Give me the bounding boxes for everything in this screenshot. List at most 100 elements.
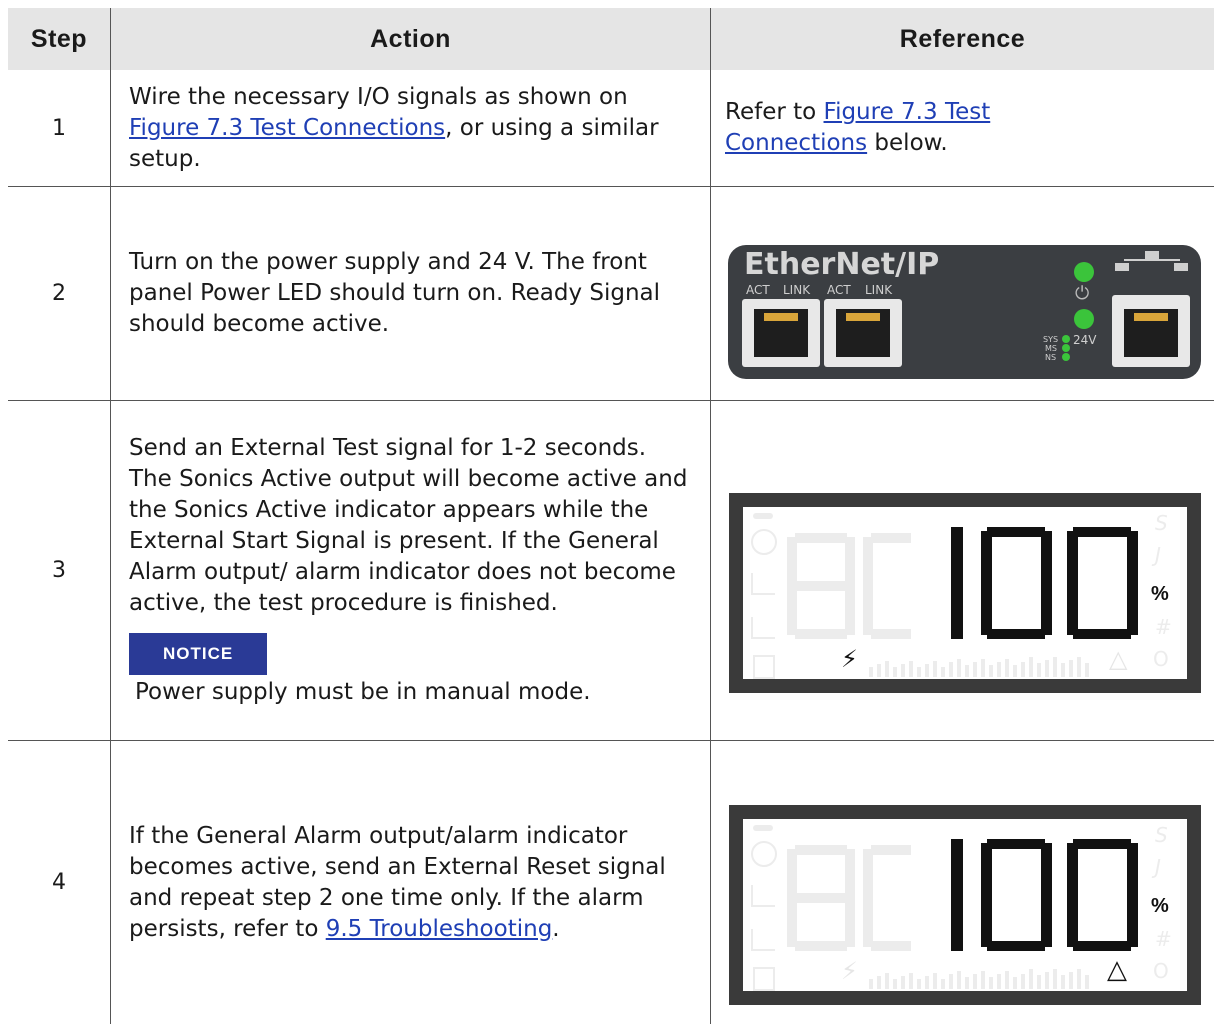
graph-icon: [751, 573, 775, 595]
side-letter: #: [1155, 615, 1172, 639]
infinity-icon: [753, 513, 773, 519]
bargraph-segment: [909, 661, 913, 677]
table-row-2-action: Turn on the power supply and 24 V. The f…: [111, 187, 710, 400]
header-action: Action: [111, 8, 710, 70]
bargraph-segment: [869, 979, 873, 989]
curve-icon: [751, 929, 775, 951]
bargraph-segment: [949, 662, 953, 677]
bargraph-segment: [1045, 660, 1049, 677]
bargraph-segment: [877, 664, 881, 677]
bargraph-segment: [1021, 974, 1025, 989]
bargraph-segment: [901, 976, 905, 989]
bargraph: [869, 963, 1095, 989]
led-label: MS: [1045, 344, 1057, 353]
bargraph-segment: [1021, 662, 1025, 677]
ethernet-port-icon: [742, 299, 820, 367]
bargraph-segment: [1053, 657, 1057, 677]
press-icon: [753, 655, 775, 679]
bargraph-segment: [1061, 975, 1065, 989]
bargraph-segment: [997, 662, 1001, 677]
bargraph-segment: [885, 973, 889, 989]
bargraph-segment: [917, 979, 921, 989]
procedure-table: Step Action Reference 1 Wire the necessa…: [8, 8, 1214, 1024]
led-label: SYS: [1043, 335, 1059, 344]
figure-link[interactable]: Figure 7.3 Test Connections: [129, 115, 445, 141]
ethernet-panel-image: EtherNet/IP ACT LINK ACT LINK SYS MS NS …: [728, 245, 1201, 379]
bargraph-segment: [901, 664, 905, 677]
voltage-label: 24V: [1073, 333, 1097, 347]
reference-text: Refer to: [725, 99, 824, 125]
bell-icon: △: [1109, 645, 1128, 673]
table-row-1-step: 1: [52, 115, 66, 141]
reference-text: below.: [867, 130, 948, 156]
bargraph-segment: [1061, 663, 1065, 677]
table-row-3-step: 3: [52, 558, 66, 583]
infinity-icon: [753, 825, 773, 831]
bargraph-segment: [957, 659, 961, 677]
side-letter: S: [1155, 511, 1168, 535]
ethernet-port-icon: [824, 299, 902, 367]
bargraph-segment: [965, 977, 969, 989]
bargraph-segment: [1013, 977, 1017, 989]
bell-icon: △: [1107, 955, 1127, 985]
24v-led-icon: [1074, 309, 1094, 329]
port-label: LINK: [783, 283, 811, 297]
bargraph-segment: [917, 667, 921, 677]
bargraph-segment: [893, 979, 897, 989]
bargraph-segment: [869, 667, 873, 677]
bargraph-segment: [1053, 969, 1057, 989]
percent-unit: %: [1151, 895, 1169, 917]
graph-icon: [751, 885, 775, 907]
bargraph-segment: [981, 659, 985, 677]
bargraph-segment: [1005, 971, 1009, 989]
bargraph-segment: [973, 662, 977, 677]
table-row-4-step: 4: [52, 870, 66, 895]
port-label: ACT: [746, 283, 770, 297]
bargraph-segment: [957, 971, 961, 989]
bargraph-segment: [997, 974, 1001, 989]
bargraph-segment: [989, 665, 993, 677]
bargraph-segment: [949, 974, 953, 989]
side-letter: O: [1153, 647, 1169, 671]
bargraph-segment: [1069, 972, 1073, 989]
table-row-2-step: 2: [52, 281, 66, 306]
bargraph-segment: [933, 661, 937, 677]
timer-icon: [751, 529, 777, 555]
bargraph-segment: [989, 977, 993, 989]
bargraph-segment: [925, 976, 929, 989]
ethernet-port-icon: [1112, 295, 1190, 367]
side-letter: J: [1155, 855, 1161, 879]
table-row-2-reference: EtherNet/IP ACT LINK ACT LINK SYS MS NS …: [711, 187, 1214, 400]
bargraph-segment: [925, 664, 929, 677]
bargraph-segment: [893, 667, 897, 677]
action-text: .: [552, 915, 560, 942]
bargraph-segment: [1005, 659, 1009, 677]
bargraph-segment: [941, 979, 945, 989]
header-step: Step: [8, 8, 110, 70]
percent-unit: %: [1151, 583, 1169, 605]
lcd-display-image: % S J # O ⚡ △: [729, 805, 1201, 1005]
digit-segment: [951, 839, 963, 951]
press-icon: [753, 967, 775, 991]
troubleshooting-link[interactable]: 9.5 Troubleshooting: [326, 916, 553, 942]
header-reference: Reference: [711, 8, 1214, 70]
lightning-icon: ⚡: [841, 645, 858, 673]
power-led-icon: [1074, 262, 1094, 282]
bargraph-segment: [877, 976, 881, 989]
bargraph-segment: [1085, 975, 1089, 989]
table-row-1-reference: Refer to Figure 7.3 Test Connections bel…: [711, 70, 1214, 186]
bargraph-segment: [909, 973, 913, 989]
lightning-icon: ⚡: [841, 957, 858, 985]
action-text: Send an External Test signal for 1-2 sec…: [129, 435, 688, 616]
power-icon: ⏻: [1075, 283, 1090, 304]
bargraph-segment: [981, 971, 985, 989]
bargraph-segment: [933, 973, 937, 989]
side-letter: O: [1153, 959, 1169, 983]
action-text: Turn on the power supply and 24 V. The f…: [129, 249, 661, 337]
action-text: Wire the necessary I/O signals as shown …: [129, 83, 628, 110]
table-row-1-action: Wire the necessary I/O signals as shown …: [111, 70, 710, 186]
table-row-4-reference: % S J # O ⚡ △: [711, 741, 1214, 1024]
panel-title: EtherNet/IP: [744, 247, 940, 282]
bargraph-segment: [1045, 972, 1049, 989]
bargraph-segment: [1077, 657, 1081, 677]
